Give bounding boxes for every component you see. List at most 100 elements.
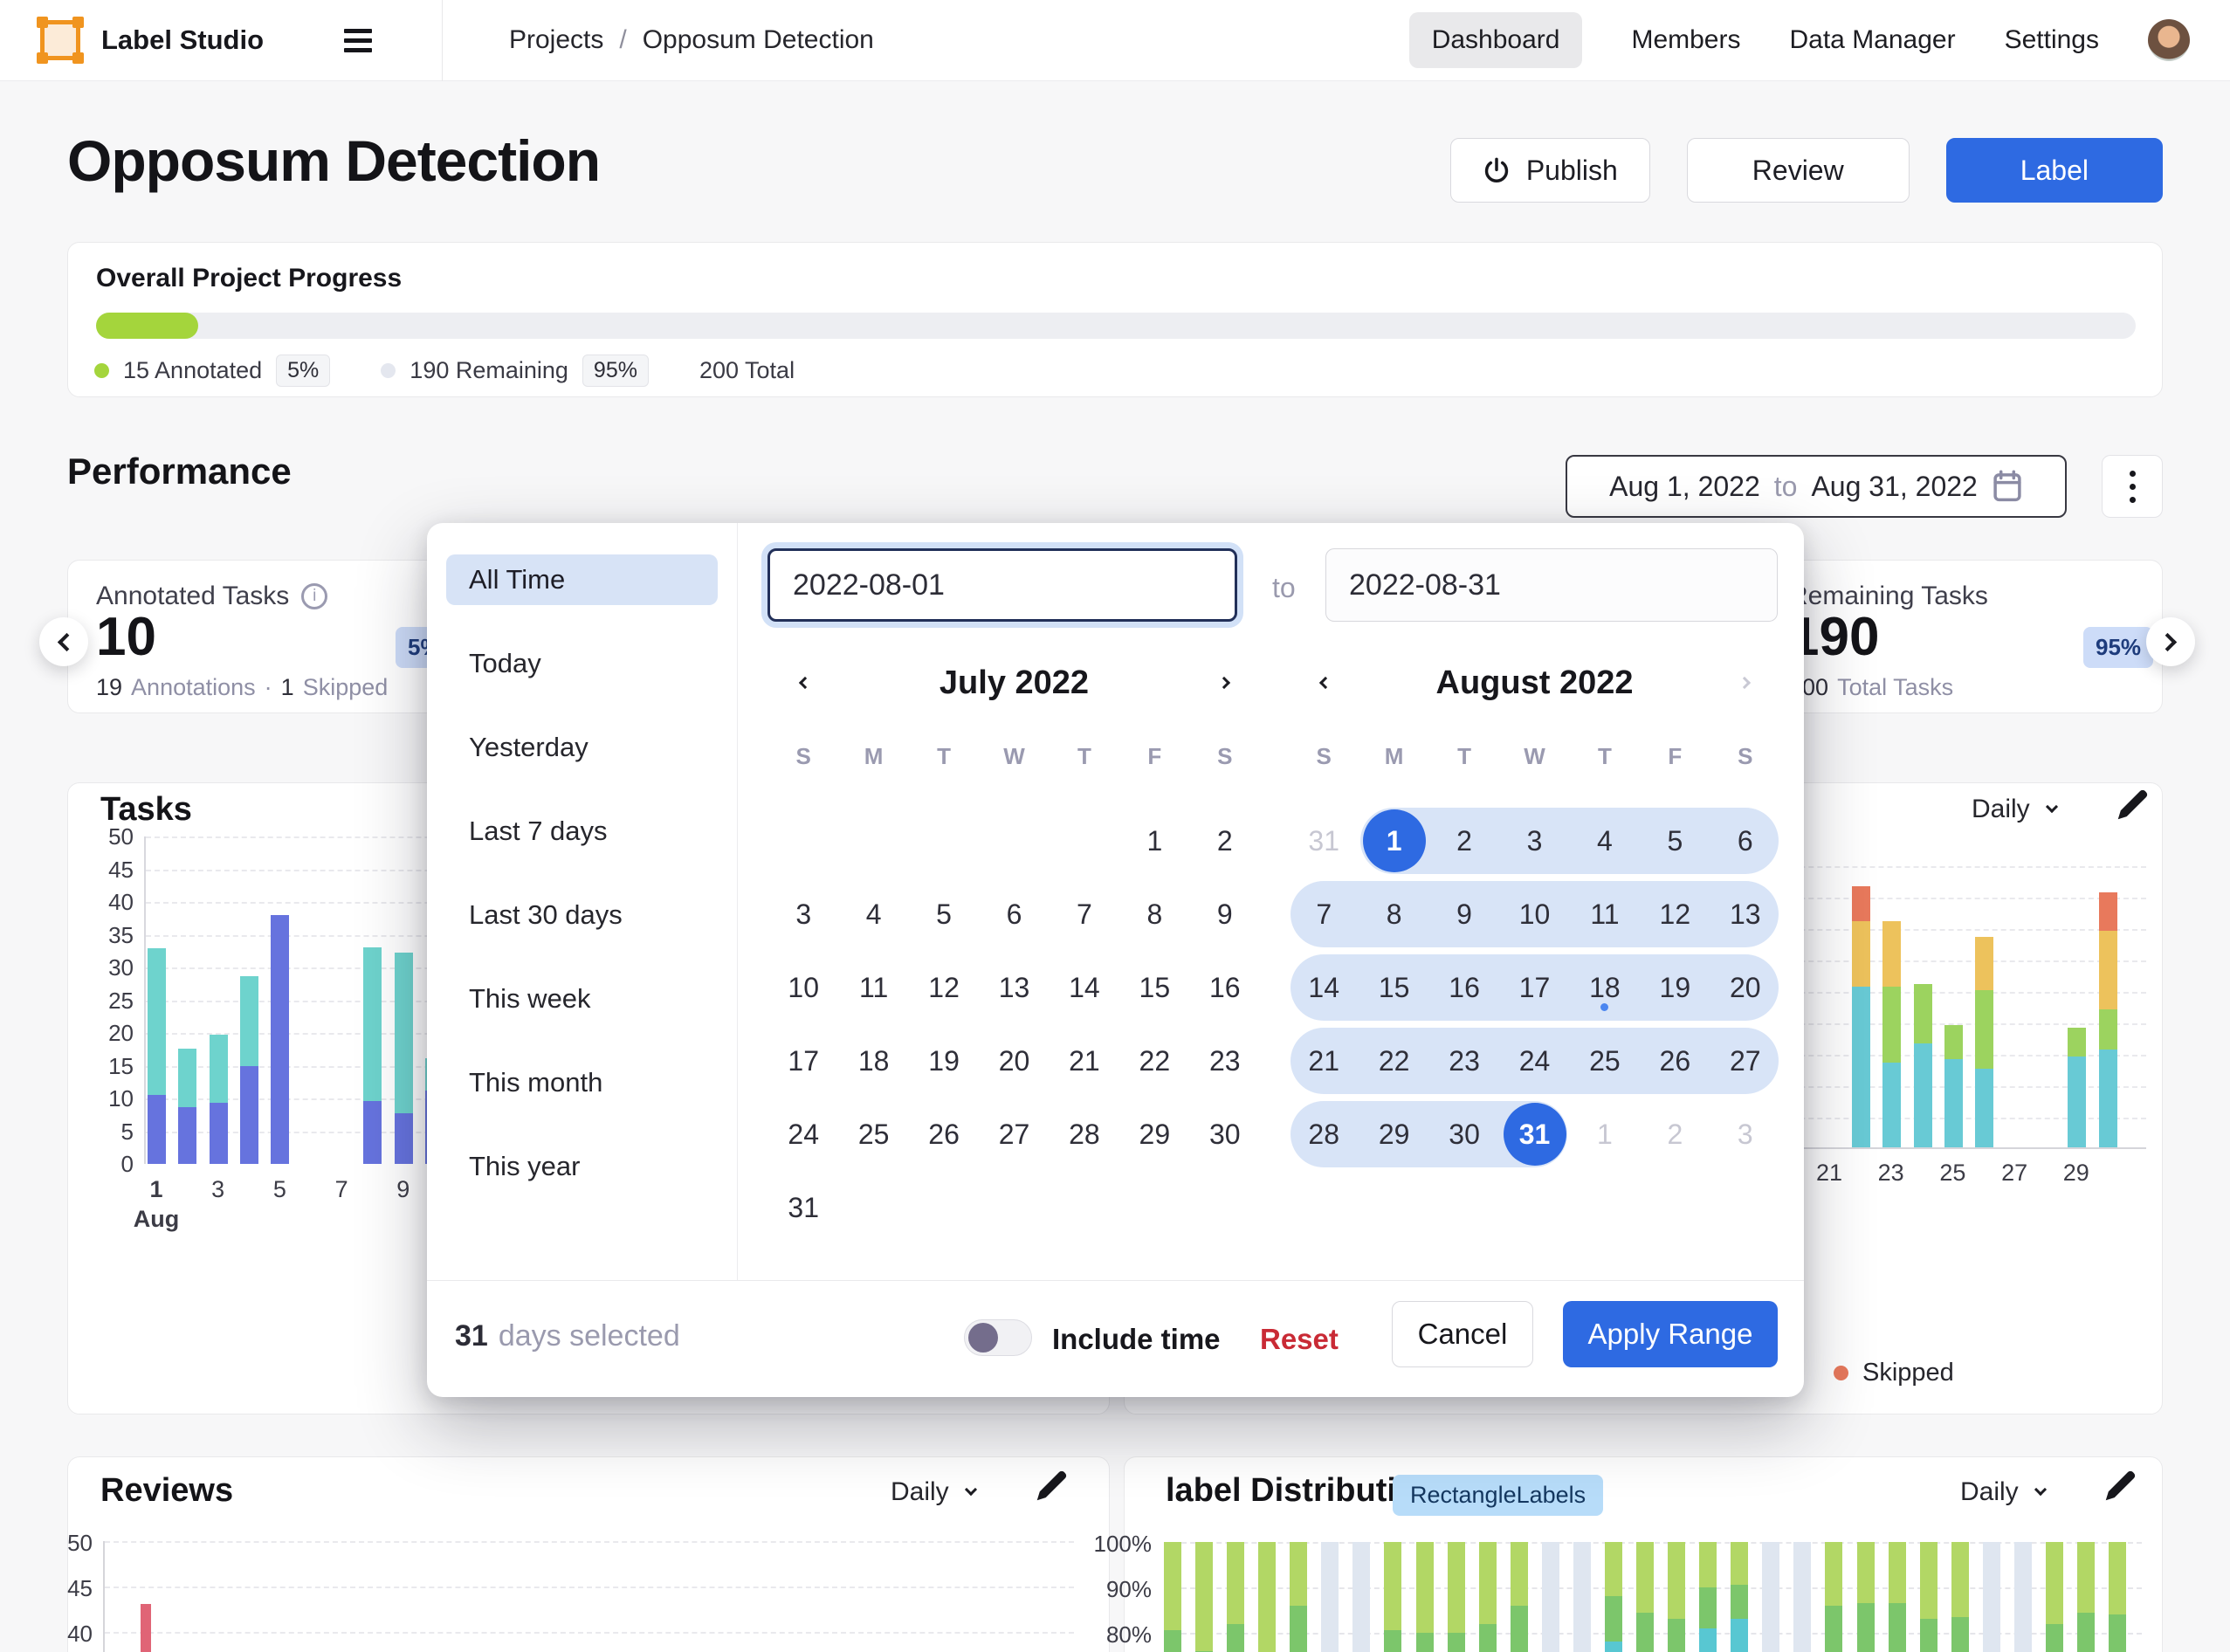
calendar-day-outside[interactable]: 31 bbox=[1289, 804, 1359, 878]
preset-today[interactable]: Today bbox=[446, 638, 718, 689]
calendar-day[interactable]: 24 bbox=[768, 1098, 838, 1171]
calendar-day[interactable]: 7 bbox=[1289, 878, 1359, 951]
calendar-day[interactable]: 28 bbox=[1289, 1098, 1359, 1171]
calendar-day[interactable]: 18 bbox=[1570, 951, 1640, 1024]
user-avatar[interactable] bbox=[2148, 19, 2190, 61]
calendar-day[interactable]: 26 bbox=[1640, 1024, 1710, 1098]
calendar-day[interactable]: 24 bbox=[1499, 1024, 1569, 1098]
calendar-day[interactable]: 18 bbox=[838, 1024, 908, 1098]
calendar-day[interactable]: 9 bbox=[1429, 878, 1499, 951]
annotations-period-dropdown[interactable]: Daily bbox=[1972, 795, 2056, 824]
calendar-day[interactable]: 19 bbox=[1640, 951, 1710, 1024]
calendar-day[interactable]: 12 bbox=[1640, 878, 1710, 951]
hamburger-menu-icon[interactable] bbox=[344, 29, 372, 52]
calendar-day[interactable]: 6 bbox=[979, 878, 1049, 951]
preset-this-week[interactable]: This week bbox=[446, 974, 718, 1024]
preset-this-year[interactable]: This year bbox=[446, 1141, 718, 1192]
calendar-day[interactable]: 29 bbox=[1359, 1098, 1428, 1171]
calendar-day[interactable]: 25 bbox=[838, 1098, 908, 1171]
calendar-day[interactable]: 1 bbox=[1359, 804, 1428, 878]
calendar-day[interactable]: 7 bbox=[1050, 878, 1119, 951]
start-date-input[interactable] bbox=[767, 548, 1237, 622]
label-button[interactable]: Label bbox=[1946, 138, 2163, 203]
distribution-edit-pencil-icon[interactable] bbox=[2101, 1465, 2141, 1510]
calendar-day[interactable]: 19 bbox=[909, 1024, 979, 1098]
reviews-edit-pencil-icon[interactable] bbox=[1032, 1465, 1072, 1510]
calendar-day[interactable]: 6 bbox=[1710, 804, 1780, 878]
reviews-period-dropdown[interactable]: Daily bbox=[891, 1477, 975, 1507]
annotations-edit-pencil-icon[interactable] bbox=[2113, 784, 2153, 829]
calendar-day[interactable]: 16 bbox=[1429, 951, 1499, 1024]
calendar-day[interactable]: 22 bbox=[1119, 1024, 1189, 1098]
calendar-day[interactable]: 2 bbox=[1190, 804, 1260, 878]
preset-all-time[interactable]: All Time bbox=[446, 554, 718, 605]
nav-tab-members[interactable]: Members bbox=[1631, 25, 1740, 55]
calendar-day[interactable]: 8 bbox=[1359, 878, 1428, 951]
calendar-day[interactable]: 30 bbox=[1190, 1098, 1260, 1171]
calendar-day-outside[interactable]: 1 bbox=[1570, 1098, 1640, 1171]
calendar-day[interactable]: 28 bbox=[1050, 1098, 1119, 1171]
calendar-day[interactable]: 27 bbox=[1710, 1024, 1780, 1098]
distribution-period-dropdown[interactable]: Daily bbox=[1960, 1477, 2045, 1507]
calendar-day[interactable]: 16 bbox=[1190, 951, 1260, 1024]
calendar-day[interactable]: 23 bbox=[1429, 1024, 1499, 1098]
review-button[interactable]: Review bbox=[1687, 138, 1910, 203]
preset-this-month[interactable]: This month bbox=[446, 1057, 718, 1108]
calendar-next-month-button[interactable] bbox=[1208, 664, 1246, 702]
cancel-button[interactable]: Cancel bbox=[1392, 1301, 1533, 1367]
preset-last-30-days[interactable]: Last 30 days bbox=[446, 890, 718, 940]
calendar-day[interactable]: 21 bbox=[1050, 1024, 1119, 1098]
calendar-day[interactable]: 1 bbox=[1119, 804, 1189, 878]
calendar-day[interactable]: 20 bbox=[979, 1024, 1049, 1098]
nav-tab-data-manager[interactable]: Data Manager bbox=[1789, 25, 1955, 55]
calendar-day[interactable]: 10 bbox=[1499, 878, 1569, 951]
calendar-day[interactable]: 30 bbox=[1429, 1098, 1499, 1171]
calendar-day[interactable]: 17 bbox=[1499, 951, 1569, 1024]
calendar-day[interactable]: 5 bbox=[1640, 804, 1710, 878]
calendar-day[interactable]: 13 bbox=[979, 951, 1049, 1024]
calendar-day[interactable]: 4 bbox=[838, 878, 908, 951]
calendar-day[interactable]: 12 bbox=[909, 951, 979, 1024]
end-date-input[interactable] bbox=[1325, 548, 1778, 622]
calendar-day[interactable]: 15 bbox=[1359, 951, 1428, 1024]
nav-tab-dashboard[interactable]: Dashboard bbox=[1409, 12, 1583, 68]
calendar-day[interactable]: 11 bbox=[1570, 878, 1640, 951]
performance-menu-button[interactable] bbox=[2102, 455, 2163, 518]
calendar-next-month-button[interactable] bbox=[1728, 664, 1766, 702]
calendar-prev-month-button[interactable] bbox=[782, 664, 821, 702]
reset-button[interactable]: Reset bbox=[1260, 1323, 1339, 1356]
calendar-day[interactable]: 31 bbox=[1499, 1098, 1569, 1171]
breadcrumb-projects[interactable]: Projects bbox=[509, 25, 603, 55]
calendar-day-outside[interactable]: 2 bbox=[1640, 1098, 1710, 1171]
carousel-prev-button[interactable] bbox=[39, 617, 88, 666]
calendar-day[interactable]: 14 bbox=[1289, 951, 1359, 1024]
calendar-day[interactable]: 17 bbox=[768, 1024, 838, 1098]
calendar-day[interactable]: 5 bbox=[909, 878, 979, 951]
calendar-day[interactable]: 31 bbox=[768, 1171, 838, 1244]
calendar-day[interactable]: 2 bbox=[1429, 804, 1499, 878]
calendar-day-outside[interactable]: 3 bbox=[1710, 1098, 1780, 1171]
calendar-day[interactable]: 3 bbox=[768, 878, 838, 951]
calendar-day[interactable]: 14 bbox=[1050, 951, 1119, 1024]
nav-tab-settings[interactable]: Settings bbox=[2005, 25, 2099, 55]
publish-button[interactable]: Publish bbox=[1450, 138, 1650, 203]
calendar-day[interactable]: 9 bbox=[1190, 878, 1260, 951]
apply-range-button[interactable]: Apply Range bbox=[1563, 1301, 1778, 1367]
label-studio-logo-icon[interactable] bbox=[40, 20, 80, 60]
calendar-day[interactable]: 26 bbox=[909, 1098, 979, 1171]
calendar-day[interactable]: 27 bbox=[979, 1098, 1049, 1171]
calendar-day[interactable]: 3 bbox=[1499, 804, 1569, 878]
date-range-picker-button[interactable]: Aug 1, 2022 to Aug 31, 2022 bbox=[1566, 455, 2067, 518]
calendar-day[interactable]: 29 bbox=[1119, 1098, 1189, 1171]
calendar-day[interactable]: 15 bbox=[1119, 951, 1189, 1024]
carousel-next-button[interactable] bbox=[2146, 617, 2195, 666]
info-icon[interactable]: i bbox=[301, 583, 327, 609]
calendar-day[interactable]: 4 bbox=[1570, 804, 1640, 878]
calendar-day[interactable]: 8 bbox=[1119, 878, 1189, 951]
preset-yesterday[interactable]: Yesterday bbox=[446, 722, 718, 773]
calendar-prev-month-button[interactable] bbox=[1303, 664, 1341, 702]
preset-last-7-days[interactable]: Last 7 days bbox=[446, 806, 718, 857]
calendar-day[interactable]: 22 bbox=[1359, 1024, 1428, 1098]
include-time-toggle[interactable] bbox=[964, 1319, 1032, 1356]
calendar-day[interactable]: 13 bbox=[1710, 878, 1780, 951]
